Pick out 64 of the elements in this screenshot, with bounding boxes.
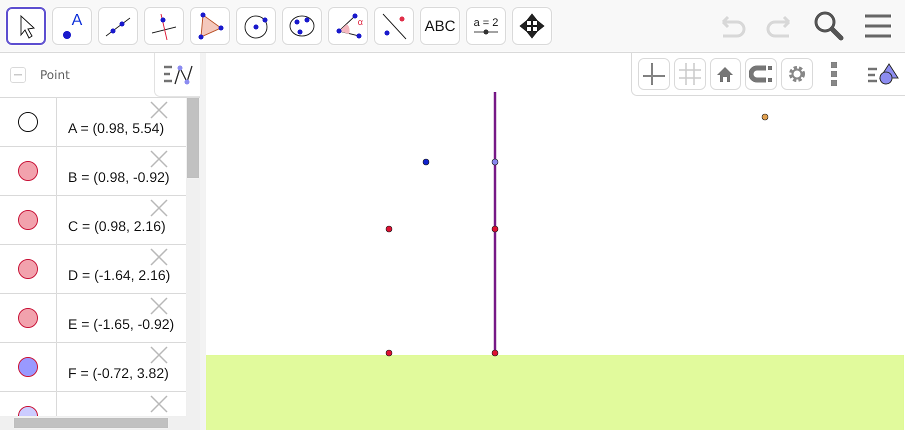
close-icon [150,395,168,413]
algebra-row[interactable]: A = (0.98, 5.54) [0,98,186,147]
point-definition: E = (-1.65, -0.92) [68,316,174,332]
conic-tool-button[interactable] [282,7,322,45]
close-icon [150,199,168,217]
magnet-icon [749,64,774,84]
point-definition: F = (-0.72, 3.82) [68,365,169,381]
slider-tool-button[interactable]: a = 2 [466,7,506,45]
search-button[interactable] [813,10,845,42]
more-icon [830,61,837,87]
style-toggle-button[interactable] [866,61,899,87]
point-label: A [72,12,82,30]
style-bar-icon [866,61,899,87]
slider-icon [473,29,499,35]
line-tool-button[interactable] [98,7,138,45]
close-icon [150,150,168,168]
point-definition: A = (0.98, 5.54) [68,120,164,136]
home-button[interactable] [710,58,742,90]
point-definition: B = (0.98, -0.92) [68,169,170,185]
perpendicular-tool-button[interactable] [144,7,184,45]
more-button[interactable] [830,61,837,87]
visibility-toggle[interactable] [18,259,38,279]
point-tool-button[interactable]: A [52,7,92,45]
close-icon [150,101,168,119]
algebra-row[interactable]: B = (0.98, -0.92) [0,147,186,196]
algebra-row[interactable]: D = (-1.64, 2.16) [0,245,186,294]
alpha-label: α [358,17,363,27]
perpendicular-line-icon [149,11,179,41]
circle-tool-button[interactable] [236,7,276,45]
visibility-toggle[interactable] [18,112,38,132]
visibility-toggle[interactable] [18,210,38,230]
grid-icon [678,62,702,86]
axes-button[interactable] [638,58,670,90]
pan-tool-button[interactable] [512,7,552,45]
visibility-toggle[interactable] [18,357,38,377]
horizontal-scrollbar[interactable] [0,416,200,430]
menu-icon [863,13,893,39]
menu-button[interactable] [863,13,893,39]
close-icon [150,346,168,364]
move-tool-button[interactable] [6,7,46,45]
axes-icon [642,62,666,86]
algebra-row[interactable]: F = (-0.72, 3.82) [0,343,186,392]
polygon-tool-button[interactable] [190,7,230,45]
home-icon [715,64,736,84]
minus-icon [14,74,22,76]
settings-icon [787,64,808,84]
close-icon [150,297,168,315]
group-header: Point [40,68,70,82]
reflect-tool-button[interactable] [374,7,414,45]
text-tool-button[interactable]: ABC [420,7,460,45]
visibility-toggle[interactable] [18,308,38,328]
algebra-options-button[interactable] [154,53,200,97]
point-icon [62,30,72,40]
algebra-row[interactable]: E = (-1.65, -0.92) [0,294,186,343]
angle-tool-button[interactable]: α [328,7,368,45]
algebra-row[interactable]: C = (0.98, 2.16) [0,196,186,245]
slider-label: a = 2 [474,17,498,29]
point-definition: C = (0.98, 2.16) [68,218,166,234]
search-icon [813,10,845,42]
snap-button[interactable] [745,58,778,90]
visibility-toggle[interactable] [18,161,38,181]
close-icon [150,248,168,266]
settings-button[interactable] [781,58,813,90]
point-definition: D = (-1.64, 2.16) [68,267,170,283]
